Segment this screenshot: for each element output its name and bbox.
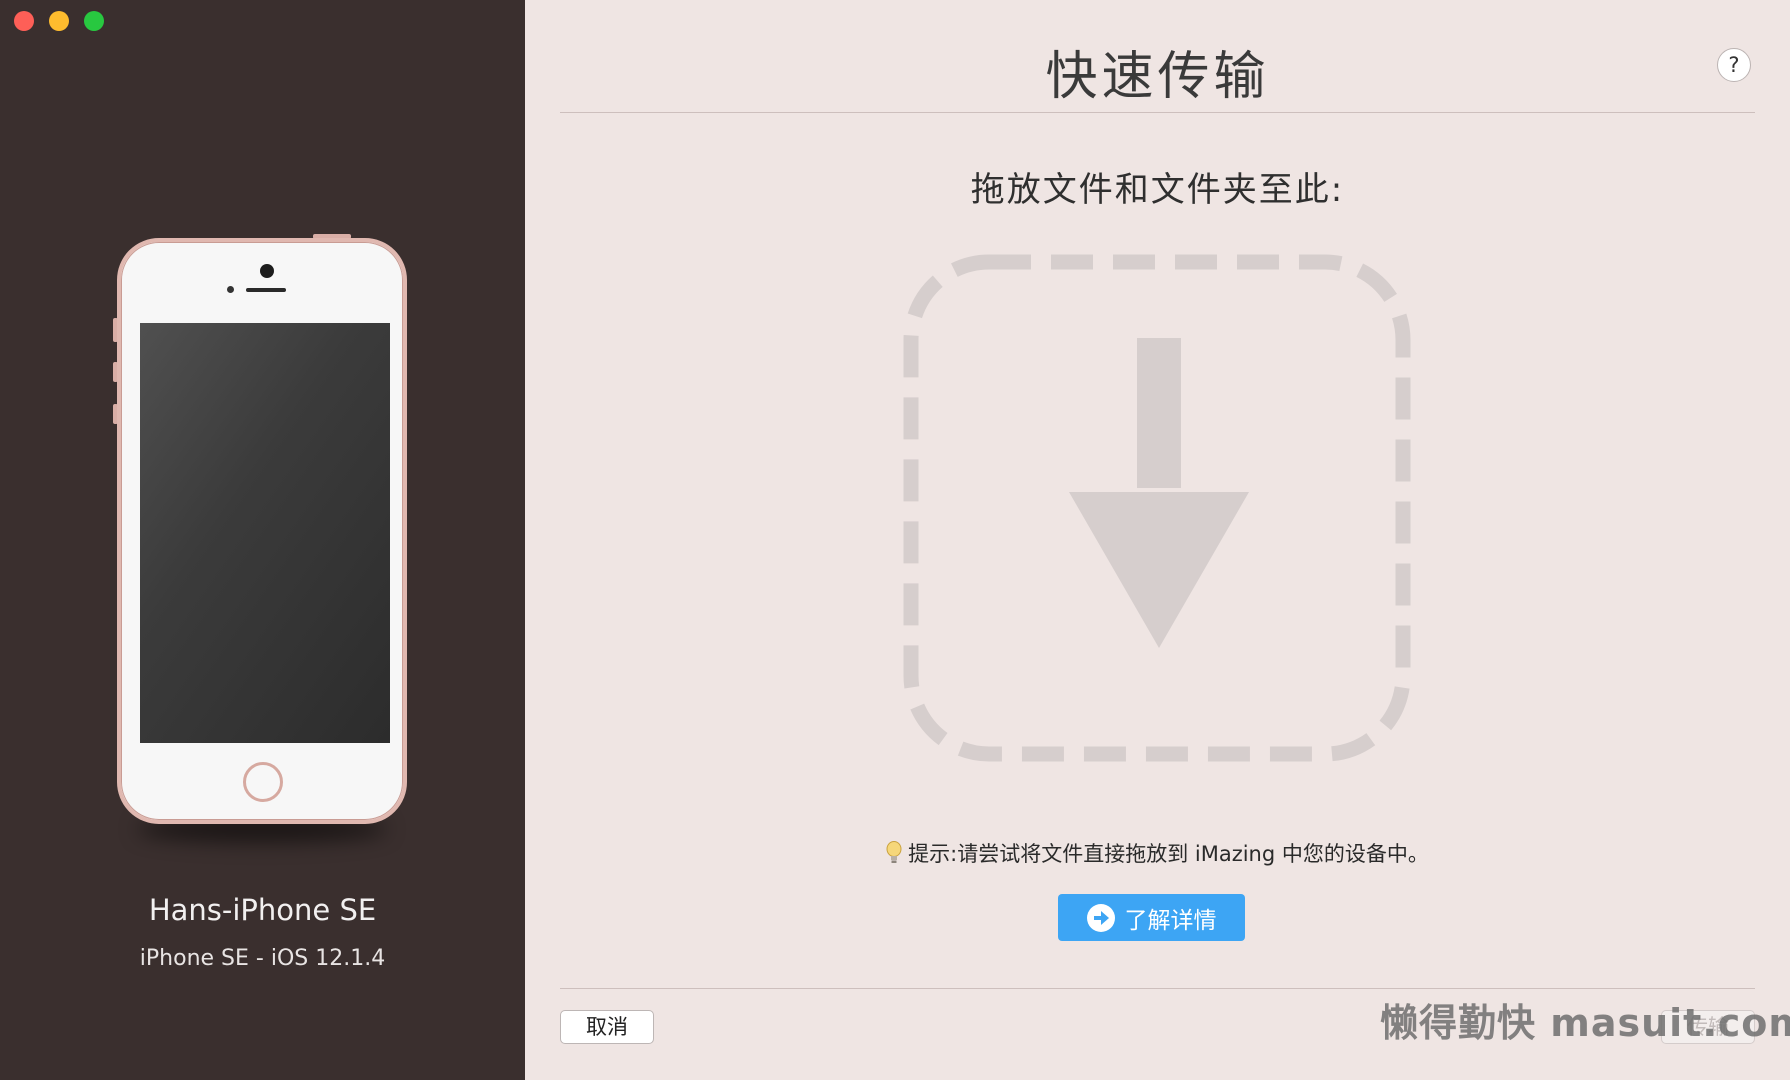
- tip-text: 提示:请尝试将文件直接拖放到 iMazing 中您的设备中。: [908, 842, 1429, 866]
- device-sensor: [227, 286, 234, 293]
- drop-heading: 拖放文件和文件夹至此:: [970, 170, 1345, 210]
- device-screen: [140, 323, 390, 743]
- device-info: iPhone SE - iOS 12.1.4: [139, 946, 386, 971]
- help-button[interactable]: ?: [1717, 48, 1751, 82]
- page-title: 快速传输: [1045, 47, 1270, 107]
- device-sidebar: Hans-iPhone SE iPhone SE - iOS 12.1.4: [0, 0, 525, 1080]
- close-window-button[interactable]: [14, 11, 34, 31]
- tip-text-row: 提示:请尝试将文件直接拖放到 iMazing 中您的设备中。: [525, 838, 1790, 868]
- watermark-text: 懒得勤快 masuit.com: [1380, 1001, 1790, 1045]
- quick-transfer-panel: 快速传输 ? 拖放文件和文件夹至此: 提示:请尝试将文件直接拖放到 iMazin…: [525, 0, 1790, 1080]
- header-divider: [560, 112, 1755, 113]
- device-home-button: [243, 762, 283, 802]
- lightbulb-icon: [886, 841, 902, 863]
- drop-zone[interactable]: [901, 252, 1413, 764]
- download-arrow-icon: [903, 254, 1411, 762]
- arrow-right-icon: [1086, 903, 1115, 932]
- device-name: Hans-iPhone SE: [148, 893, 377, 927]
- minimize-window-button[interactable]: [49, 11, 69, 31]
- footer-divider: [560, 988, 1755, 989]
- device-speaker: [246, 288, 286, 292]
- learn-more-button[interactable]: 了解详情: [1058, 894, 1245, 941]
- zoom-window-button[interactable]: [84, 11, 104, 31]
- app-window: Hans-iPhone SE iPhone SE - iOS 12.1.4 快速…: [0, 0, 1790, 1080]
- device-body: [117, 238, 407, 824]
- device-camera: [260, 264, 274, 278]
- cancel-button[interactable]: 取消: [560, 1010, 654, 1044]
- learn-more-label: 了解详情: [1124, 907, 1217, 934]
- device-image: [113, 234, 407, 842]
